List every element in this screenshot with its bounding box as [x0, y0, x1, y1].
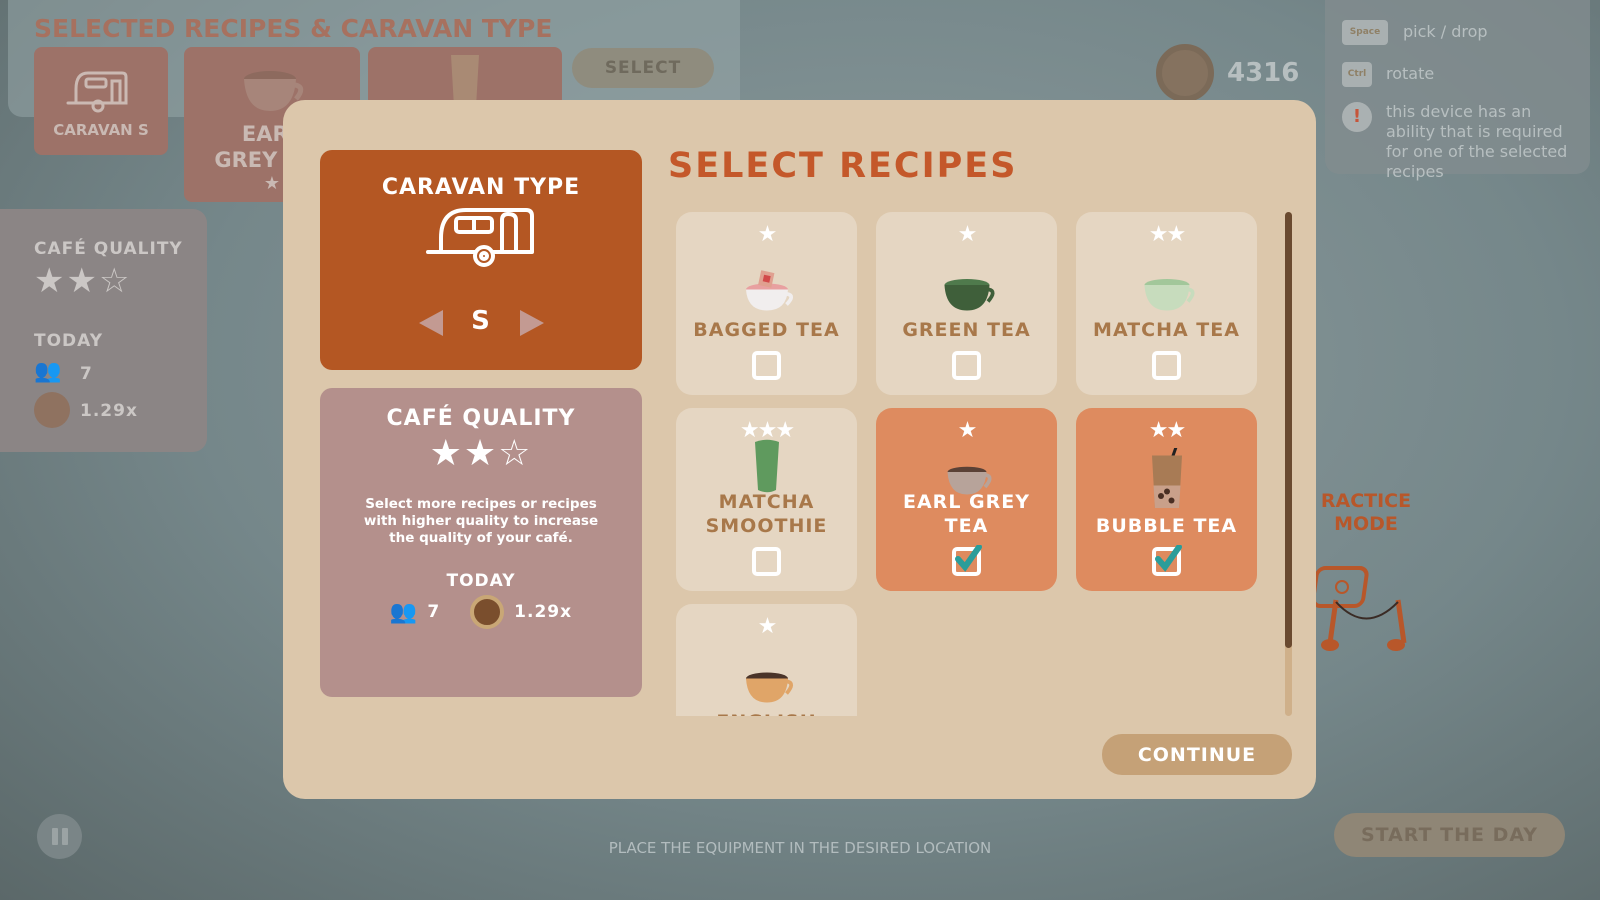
caravan-size: S: [471, 306, 491, 336]
caravan-type-panel: CARAVAN TYPE S: [320, 150, 642, 370]
recipe-stars: ★: [757, 614, 778, 639]
selected-caravan-card[interactable]: CARAVAN S: [34, 47, 168, 155]
recipe-stars: ★: [757, 222, 778, 247]
recipe-checkbox[interactable]: [1152, 545, 1182, 576]
recipe-card[interactable]: ★★ MATCHA TEA: [1076, 212, 1257, 395]
recipe-checkbox[interactable]: [952, 351, 981, 380]
caravan-icon: [426, 208, 534, 267]
recipe-card[interactable]: ★★★ MATCHA SMOOTHIE: [676, 408, 857, 591]
cafe-quality-title: CAFÉ QUALITY: [386, 406, 576, 431]
help-rotate: rotate: [1386, 64, 1435, 83]
cafe-quality-stars: ★★☆: [429, 433, 533, 474]
side-multiplier: 1.29x: [80, 401, 138, 421]
recipe-name: GREEN TEA: [902, 319, 1031, 341]
recipe-checkbox[interactable]: [752, 351, 781, 380]
drink-icon: [745, 270, 793, 311]
side-today-label: TODAY: [34, 331, 103, 351]
selected-caravan-label: CARAVAN S: [53, 121, 149, 139]
recipe-stars: ★★: [1148, 418, 1186, 443]
recipe-card[interactable]: ★★ BUBBLE TEA: [1076, 408, 1257, 591]
today-label: TODAY: [446, 571, 516, 591]
side-guests-count: 7: [80, 364, 93, 384]
recipe-stars: ★: [957, 418, 978, 443]
drink-icon: [944, 279, 995, 311]
drink-icon: [947, 466, 992, 495]
recipe-card[interactable]: ★ GREEN TEA: [876, 212, 1057, 395]
caravan-type-title: CARAVAN TYPE: [381, 175, 581, 200]
recipe-name: BAGGED TEA: [693, 319, 840, 341]
side-quality-title: CAFÉ QUALITY: [34, 239, 183, 259]
practice-mode-icon[interactable]: [1316, 565, 1416, 665]
space-key-icon: Space: [1342, 20, 1388, 45]
recipe-checkbox[interactable]: [752, 547, 781, 576]
recipe-card[interactable]: ★ BAGGED TEA: [676, 212, 857, 395]
selected-recipes-title: SELECTED RECIPES & CARAVAN TYPE: [34, 14, 553, 43]
checkmark-icon: [955, 545, 982, 572]
recipe-scrollbar-thumb[interactable]: [1285, 212, 1292, 648]
select-button[interactable]: SELECT: [572, 48, 714, 88]
income-multiplier: 1.29x: [514, 602, 573, 622]
recipe-stars: ★: [957, 222, 978, 247]
guests-icon: 👥: [34, 359, 62, 384]
caravan-icon: [66, 71, 128, 113]
help-ability-note: this device has an ability that is requi…: [1386, 102, 1568, 181]
cafe-quality-panel: CAFÉ QUALITY ★★☆ Select more recipes or …: [320, 388, 642, 697]
recipe-name: MATCHA TEA: [1093, 319, 1240, 341]
recipe-grid: ★ BAGGED TEA ★ GREEN TEA ★★ MATCHA TEA ★★★ MATC…: [676, 212, 1258, 716]
coin-icon: [1156, 44, 1214, 102]
checkmark-icon: [1155, 545, 1182, 572]
drink-icon: [1144, 279, 1195, 311]
bubble-tea-icon: [451, 16, 481, 107]
controls-help-panel: Space pick / drop Ctrl rotate ! this dev…: [1325, 0, 1590, 181]
recipe-stars: ★★: [1148, 222, 1186, 247]
recipe-name: EARL GREY TEA: [903, 491, 1030, 537]
coin-count: 4316: [1227, 58, 1300, 88]
next-caravan-button[interactable]: [520, 310, 544, 336]
recipe-card[interactable]: ★ EARL GREY TEA: [876, 408, 1057, 591]
select-recipes-title: SELECT RECIPES: [668, 146, 1018, 186]
practice-mode-label[interactable]: RACTICE MODE: [1316, 490, 1416, 536]
recipe-name: ENGLISH: [676, 710, 857, 716]
help-pick-drop: pick / drop: [1403, 22, 1488, 41]
recipe-stars: ★★★: [739, 418, 795, 443]
drink-icon: [754, 439, 779, 493]
recipe-checkbox[interactable]: [952, 545, 982, 576]
cafe-quality-description: Select more recipes or recipes with high…: [363, 496, 599, 546]
side-quality-stars: ★★☆: [34, 261, 132, 301]
recipe-name: BUBBLE TEA: [1095, 515, 1238, 537]
coin-icon: [470, 595, 505, 629]
selected-recipe-card[interactable]: [368, 16, 562, 107]
guests-count: 7: [427, 602, 441, 622]
guests-icon: 👥: [389, 599, 418, 625]
placement-hint: PLACE THE EQUIPMENT IN THE DESIRED LOCAT…: [608, 839, 992, 857]
drink-icon: [745, 672, 793, 703]
recipe-card[interactable]: ★ ENGLISH: [676, 604, 857, 716]
recipe-name: MATCHA SMOOTHIE: [705, 491, 828, 537]
continue-button[interactable]: CONTINUE: [1102, 734, 1292, 775]
recipe-checkbox[interactable]: [1152, 351, 1181, 380]
ctrl-key-icon: Ctrl: [1342, 62, 1372, 87]
coin-icon: [34, 392, 70, 428]
drink-icon: [1151, 448, 1182, 508]
cafe-quality-side-panel: CAFÉ QUALITY ★★☆ TODAY 👥 7 1.29x: [0, 209, 207, 452]
warning-icon: !: [1342, 102, 1372, 132]
